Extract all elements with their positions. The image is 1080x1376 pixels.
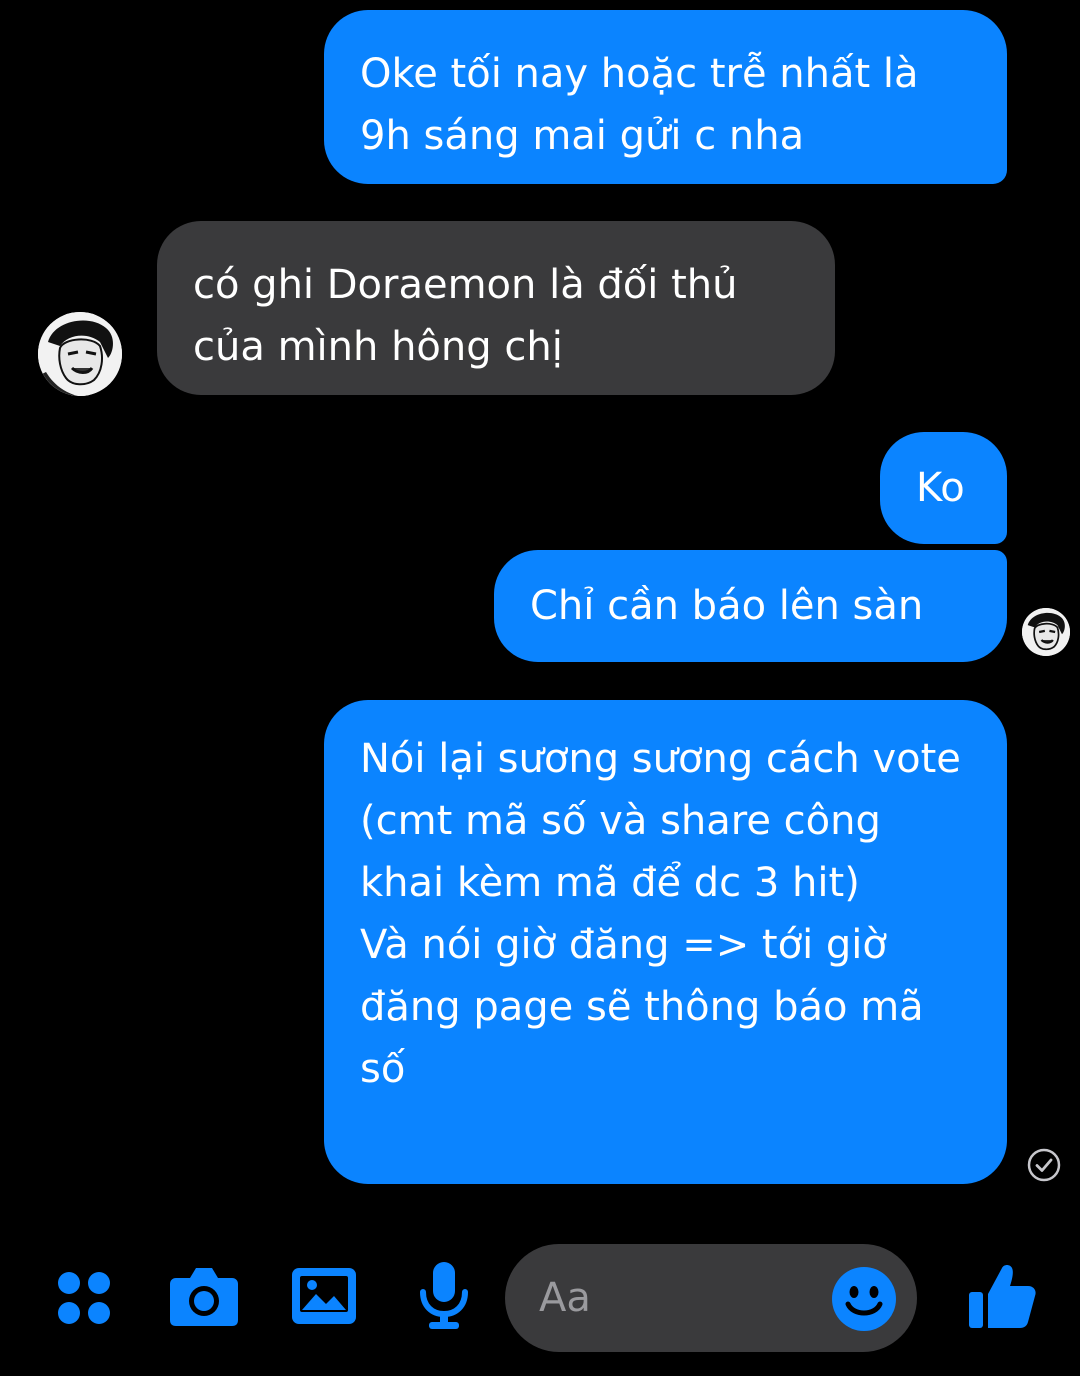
outgoing-message[interactable]: Nói lại sương sương cách vote (cmt mã số… [324,700,1007,1184]
message-input-placeholder: Aa [539,1275,591,1321]
thumbs-up-icon[interactable] [966,1260,1038,1332]
microphone-icon[interactable] [416,1260,472,1332]
camera-icon[interactable] [168,1264,240,1328]
contact-avatar[interactable] [38,312,122,396]
message-text-line: Và nói giờ đăng => tới giờ đăng page sẽ … [360,922,924,1092]
message-input[interactable]: Aa [505,1244,917,1352]
message-text: có ghi Doraemon là đối thủ của mình hông… [193,262,738,370]
message-text: Ko [916,465,965,511]
incoming-message[interactable]: có ghi Doraemon là đối thủ của mình hông… [157,221,835,395]
seen-check-icon [1027,1148,1061,1182]
emoji-icon[interactable] [831,1266,897,1332]
gallery-icon[interactable] [290,1264,358,1328]
avatar-image [38,312,122,396]
outgoing-message[interactable]: Oke tối nay hoặc trễ nhất là 9h sáng mai… [324,10,1007,184]
read-receipt-avatar [1022,608,1070,656]
message-text: Oke tối nay hoặc trễ nhất là 9h sáng mai… [360,51,919,159]
composer-bar: Aa [0,1230,1080,1376]
message-text: Chỉ cần báo lên sàn [530,583,924,629]
outgoing-message[interactable]: Chỉ cần báo lên sàn [494,550,1007,662]
avatar-image [1022,608,1070,656]
message-text-line: Nói lại sương sương cách vote (cmt mã số… [360,736,961,906]
apps-grid-icon[interactable] [54,1268,114,1328]
outgoing-message[interactable]: Ko [880,432,1007,544]
